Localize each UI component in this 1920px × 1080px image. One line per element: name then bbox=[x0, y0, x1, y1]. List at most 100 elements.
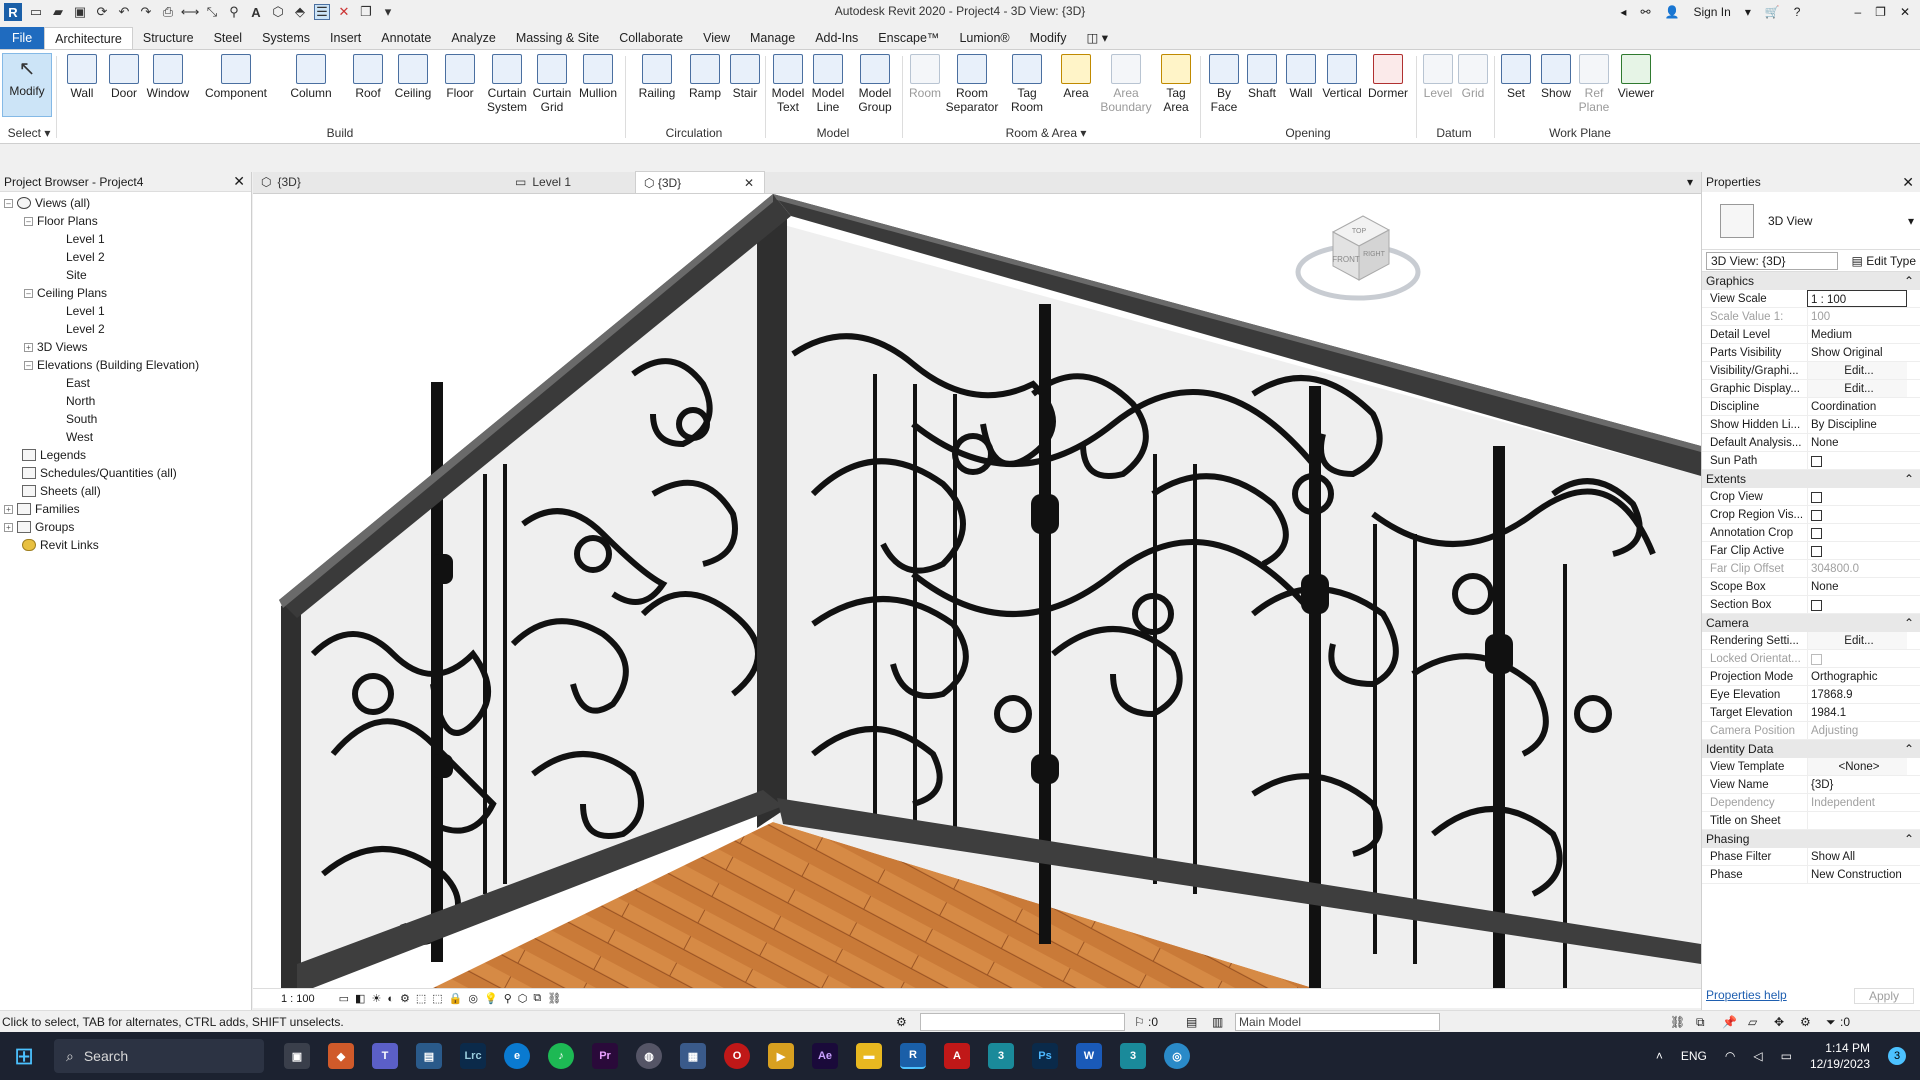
tab-steel[interactable]: Steel bbox=[204, 27, 253, 49]
property-value[interactable]: Coordination bbox=[1807, 398, 1907, 415]
globe-app-2-icon[interactable]: ◎ bbox=[1164, 1043, 1190, 1069]
game-app-icon[interactable]: ◆ bbox=[328, 1043, 354, 1069]
property-edit-button[interactable]: Edit... bbox=[1807, 380, 1907, 397]
vertical-button[interactable]: Vertical bbox=[1320, 54, 1364, 100]
collapse-group-icon[interactable]: ⌃ bbox=[1904, 830, 1914, 848]
dimension-icon[interactable]: ⤡ bbox=[204, 4, 220, 20]
tab-lumion[interactable]: Lumion® bbox=[949, 27, 1019, 49]
restore-icon[interactable]: ❐ bbox=[1875, 5, 1886, 19]
property-checkbox[interactable] bbox=[1811, 510, 1822, 521]
collapse-icon[interactable]: – bbox=[24, 288, 33, 298]
view-tab-level-1[interactable]: ▭ Level 1 bbox=[507, 171, 637, 193]
filter-icon[interactable]: ⏷ bbox=[1826, 1011, 1836, 1033]
component-button[interactable]: Component bbox=[200, 54, 272, 100]
tab-modify[interactable]: Modify bbox=[1020, 27, 1077, 49]
view-tab-3d-active[interactable]: ⬡ {3D} ✕ bbox=[635, 171, 765, 193]
property-edit-button[interactable]: <None> bbox=[1807, 758, 1907, 775]
calendar-app-icon[interactable]: ▦ bbox=[680, 1043, 706, 1069]
dormer-button[interactable]: Dormer bbox=[1366, 54, 1410, 100]
sync-icon[interactable]: ⟳ bbox=[94, 4, 110, 20]
property-value[interactable]: Orthographic bbox=[1807, 668, 1907, 685]
sign-in-link[interactable]: Sign In bbox=[1693, 5, 1730, 19]
collapse-icon[interactable]: – bbox=[24, 360, 33, 370]
property-edit-button[interactable]: Edit... bbox=[1807, 632, 1907, 649]
type-dropdown-icon[interactable]: ▾ bbox=[1908, 214, 1920, 228]
model-group-button[interactable]: Model Group bbox=[852, 54, 898, 114]
measure-icon[interactable]: ⟷ bbox=[181, 4, 200, 20]
ribbon-display-toggle[interactable]: ◫ ▾ bbox=[1076, 27, 1118, 49]
tab-view[interactable]: View bbox=[693, 27, 740, 49]
tree-3d-views[interactable]: +3D Views bbox=[24, 338, 87, 356]
tag-room-button[interactable]: Tag Room bbox=[1006, 54, 1048, 114]
background-process-icon[interactable]: ⚙ bbox=[1800, 1011, 1811, 1033]
drag-elements-icon[interactable]: ✥ bbox=[1774, 1011, 1784, 1033]
render-icon[interactable]: ⚙ bbox=[400, 992, 410, 1005]
tree-floor-level-1[interactable]: Level 1 bbox=[66, 230, 105, 248]
workset-dropdown[interactable] bbox=[920, 1013, 1125, 1031]
tab-systems[interactable]: Systems bbox=[252, 27, 320, 49]
select-panel-label[interactable]: Select ▾ bbox=[6, 126, 52, 140]
section-icon[interactable]: ⬘ bbox=[292, 4, 308, 20]
tab-add-ins[interactable]: Add-Ins bbox=[805, 27, 868, 49]
close-hidden-icon[interactable]: ✕ bbox=[336, 4, 352, 20]
detail-level-icon[interactable]: ▭ bbox=[339, 992, 349, 1005]
tree-sheets[interactable]: Sheets (all) bbox=[22, 482, 101, 500]
property-value[interactable]: By Discipline bbox=[1807, 416, 1907, 433]
property-checkbox[interactable] bbox=[1811, 600, 1822, 611]
cart-icon[interactable]: 🛒 bbox=[1765, 5, 1780, 19]
spotify-icon[interactable]: ♪ bbox=[548, 1043, 574, 1069]
apply-button[interactable]: Apply bbox=[1853, 988, 1914, 1004]
search-arrow-icon[interactable]: ◂ bbox=[1620, 5, 1626, 19]
shadows-icon[interactable]: ◐ bbox=[387, 993, 394, 1005]
property-value[interactable] bbox=[1807, 506, 1907, 523]
property-value[interactable]: New Construction bbox=[1807, 866, 1907, 883]
photoshop-icon[interactable]: Ps bbox=[1032, 1043, 1058, 1069]
property-group-header[interactable]: Identity Data ⌃ bbox=[1702, 740, 1920, 758]
tree-floor-level-2[interactable]: Level 2 bbox=[66, 248, 105, 266]
area-boundary-button[interactable]: Area Boundary bbox=[1098, 54, 1154, 114]
room-separator-button[interactable]: Room Separator bbox=[944, 54, 1000, 114]
tab-collaborate[interactable]: Collaborate bbox=[609, 27, 693, 49]
exclude-options-icon[interactable]: ▥ bbox=[1212, 1011, 1223, 1033]
tree-ceiling-level-1[interactable]: Level 1 bbox=[66, 302, 105, 320]
tree-floor-plans[interactable]: – Floor Plans bbox=[24, 212, 98, 230]
model-text-button[interactable]: Model Text bbox=[768, 54, 808, 114]
after-effects-icon[interactable]: Ae bbox=[812, 1043, 838, 1069]
tab-analyze[interactable]: Analyze bbox=[441, 27, 505, 49]
select-links-icon[interactable]: ⛓ bbox=[1670, 1011, 1685, 1033]
tree-elevations[interactable]: – Elevations (Building Elevation) bbox=[24, 356, 199, 374]
tab-insert[interactable]: Insert bbox=[320, 27, 371, 49]
clock[interactable]: 1:14 PM 12/19/2023 bbox=[1810, 1040, 1870, 1072]
property-value[interactable]: Medium bbox=[1807, 326, 1907, 343]
language-indicator[interactable]: ENG bbox=[1681, 1049, 1707, 1063]
wifi-icon[interactable]: ◠ bbox=[1725, 1049, 1735, 1063]
redo-icon[interactable]: ↷ bbox=[138, 4, 154, 20]
type-selector[interactable]: 3D View ▾ bbox=[1702, 192, 1920, 250]
globe-app-icon[interactable]: ◍ bbox=[636, 1043, 662, 1069]
undo-icon[interactable]: ↶ bbox=[116, 4, 132, 20]
select-by-face-icon[interactable]: ▱ bbox=[1748, 1011, 1757, 1033]
user-icon[interactable]: 👤 bbox=[1665, 5, 1680, 19]
property-value[interactable]: 1984.1 bbox=[1807, 704, 1907, 721]
property-checkbox[interactable] bbox=[1811, 492, 1822, 503]
tree-families[interactable]: + Families bbox=[4, 500, 80, 518]
properties-help-link[interactable]: Properties help bbox=[1706, 988, 1787, 1004]
viewcube[interactable]: TOP FRONT RIGHT bbox=[1293, 202, 1423, 312]
lock-view-icon[interactable]: 🔒 bbox=[449, 992, 463, 1005]
visual-style-icon[interactable]: ◧ bbox=[355, 992, 365, 1005]
set-button[interactable]: Set bbox=[1500, 54, 1532, 100]
property-value[interactable] bbox=[1807, 524, 1907, 541]
floor-button[interactable]: Floor bbox=[440, 54, 480, 100]
window-button[interactable]: Window bbox=[144, 54, 192, 100]
collapse-group-icon[interactable]: ⌃ bbox=[1904, 614, 1914, 632]
design-option-icon[interactable]: ▤ bbox=[1186, 1011, 1197, 1033]
teams-icon[interactable]: T bbox=[372, 1043, 398, 1069]
tab-architecture[interactable]: Architecture bbox=[44, 27, 133, 49]
close-icon[interactable]: ✕ bbox=[1902, 174, 1914, 191]
tray-overflow-icon[interactable]: ˄ bbox=[1656, 1049, 1663, 1063]
media-player-icon[interactable]: ▶ bbox=[768, 1043, 794, 1069]
print-icon[interactable]: ⎙ bbox=[160, 4, 176, 20]
mullion-button[interactable]: Mullion bbox=[576, 54, 620, 100]
crop-view-icon[interactable]: ⬚ bbox=[416, 992, 426, 1005]
property-group-header[interactable]: Graphics ⌃ bbox=[1702, 272, 1920, 290]
